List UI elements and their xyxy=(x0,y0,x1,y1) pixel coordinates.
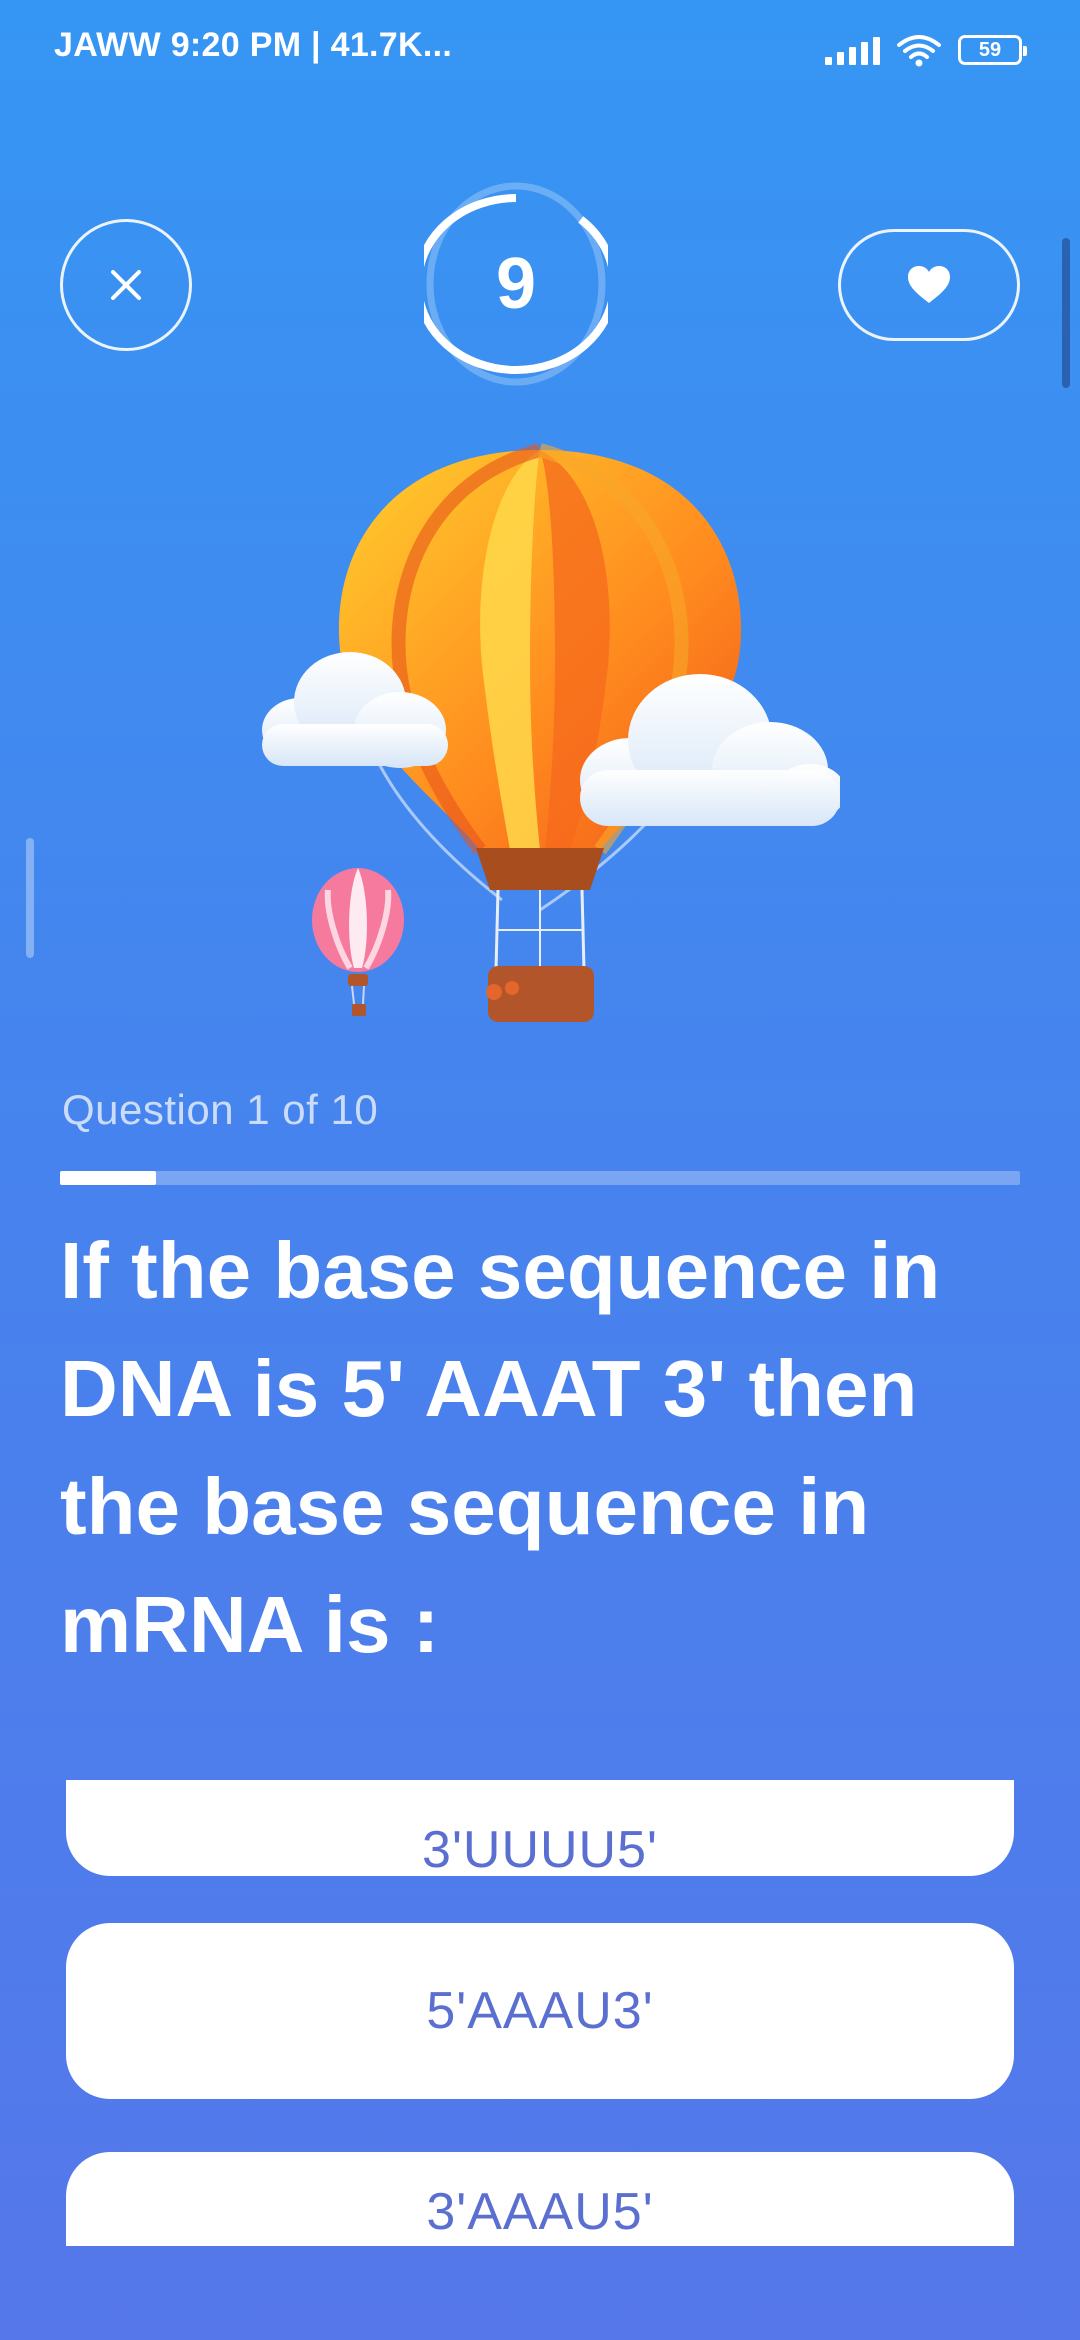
answer-option-3[interactable]: 3'AAAU5' xyxy=(66,2152,1014,2246)
answer-list[interactable]: 3'UUUU5' 5'AAAU3' 3'AAAU5' xyxy=(0,1780,1080,2246)
status-bar-text: JAWW 9:20 PM | 41.7K... xyxy=(54,26,453,64)
close-button[interactable] xyxy=(60,219,192,351)
question-counter: Question 1 of 10 xyxy=(62,1086,379,1133)
answer-option-1[interactable]: 3'UUUU5' xyxy=(66,1780,1014,1879)
answer-label: 5'AAAU3' xyxy=(426,1982,654,2040)
scrollbar[interactable] xyxy=(1062,238,1070,388)
answer-label: 3'UUUU5' xyxy=(422,1821,658,1879)
timer-value: 9 xyxy=(495,244,537,324)
battery-level: 59 xyxy=(978,38,1002,61)
close-icon xyxy=(111,270,141,300)
question-progress-bar xyxy=(60,1171,1020,1185)
answer-option-2[interactable]: 5'AAAU3' xyxy=(66,1923,1014,2099)
edge-handle xyxy=(26,838,34,958)
countdown-timer: 9 xyxy=(424,180,608,388)
wifi-icon xyxy=(897,35,941,67)
heart-icon xyxy=(908,266,950,303)
question-text: If the base sequence in DNA is 5' AAAT 3… xyxy=(60,1226,941,1669)
signal-icon xyxy=(825,35,880,65)
status-bar: JAWW 9:20 PM | 41.7K... 59 xyxy=(0,0,1080,96)
question-progress-fill xyxy=(60,1171,156,1185)
answer-label: 3'AAAU5' xyxy=(426,2183,654,2241)
status-icons: 59 xyxy=(825,30,1027,70)
favorite-button[interactable] xyxy=(838,229,1020,341)
battery-icon: 59 xyxy=(958,35,1027,65)
hot-air-balloon-illustration xyxy=(240,440,846,1040)
